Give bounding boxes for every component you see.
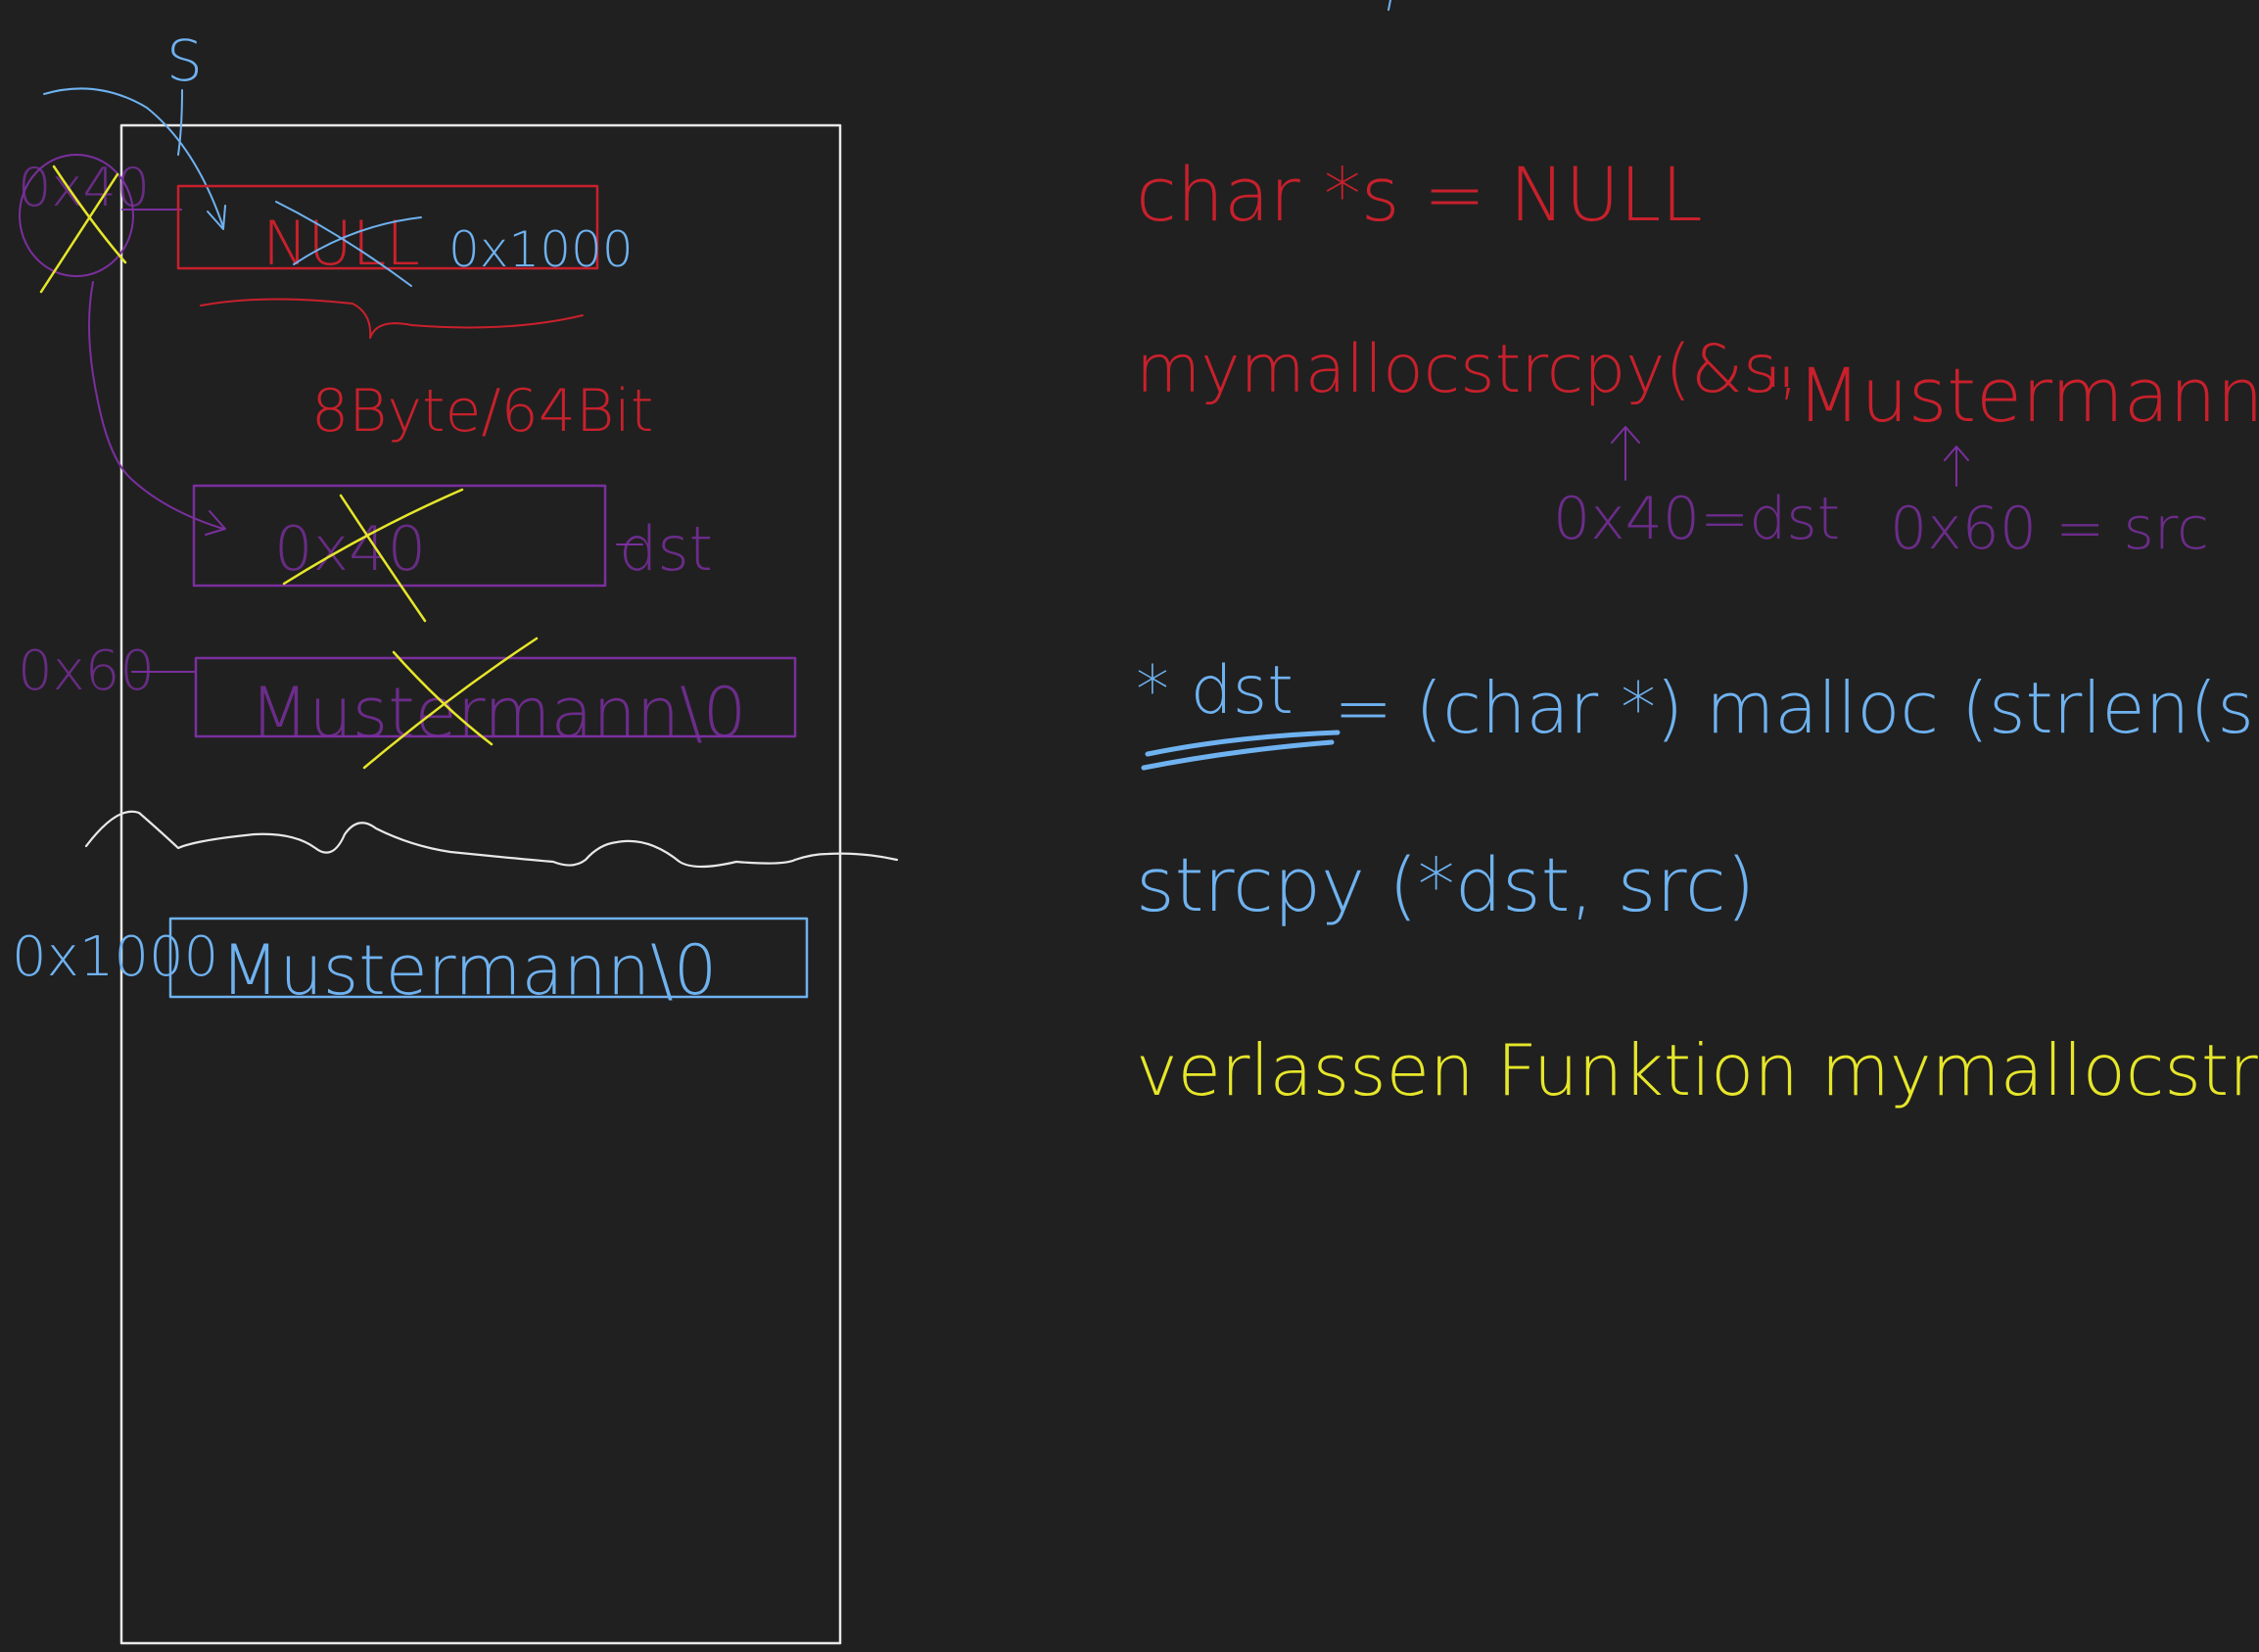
code-line-3-rhs: = (char *) malloc (strlen(src)+1)	[1334, 667, 2259, 749]
stack-heap-separator	[84, 810, 899, 869]
note-arrow-dst	[1611, 426, 1640, 481]
dst-label: dst	[619, 513, 713, 585]
memory-column	[119, 123, 842, 1645]
s-cell-old-value: NULL	[262, 208, 420, 279]
note-arrow-src	[1944, 446, 1969, 487]
heap-cell-value: Mustermann\0	[220, 930, 717, 1011]
size-brace	[200, 298, 584, 339]
note-src: 0x60 = src	[1890, 495, 2209, 563]
pointer-label-s: S	[166, 27, 203, 94]
code-line-4: strcpy (*dst, src)	[1136, 841, 1755, 928]
s-cell-new-value: 0x1000	[448, 221, 634, 278]
heap-address-label: 0x1000	[12, 925, 218, 989]
dst-arrow	[88, 281, 224, 530]
code-line-3-lhs: * dst	[1136, 652, 1294, 730]
size-note: 8Byte/64Bit	[311, 377, 653, 446]
code-line-5: verlassen Funktion mymallocstrcpy	[1136, 1029, 2259, 1111]
dst-cell-value: 0x40	[274, 513, 426, 585]
code-line-2-call: mymallocstrcpy(&s,	[1136, 331, 1799, 408]
note-dst: 0x40=dst	[1553, 485, 1840, 553]
src-cell-value: Mustermann\0	[250, 673, 746, 753]
code-line-2-arg: "Mustermann")	[1763, 352, 2259, 439]
code-line-1: char *s = NULL	[1136, 151, 1703, 238]
whiteboard-canvas: S 0x40 NULL 0x1000 8Byte/64Bit 0x40 dst …	[12, 0, 2259, 1645]
dst-underline	[1141, 730, 1341, 771]
stray-mark	[1388, 0, 1391, 11]
